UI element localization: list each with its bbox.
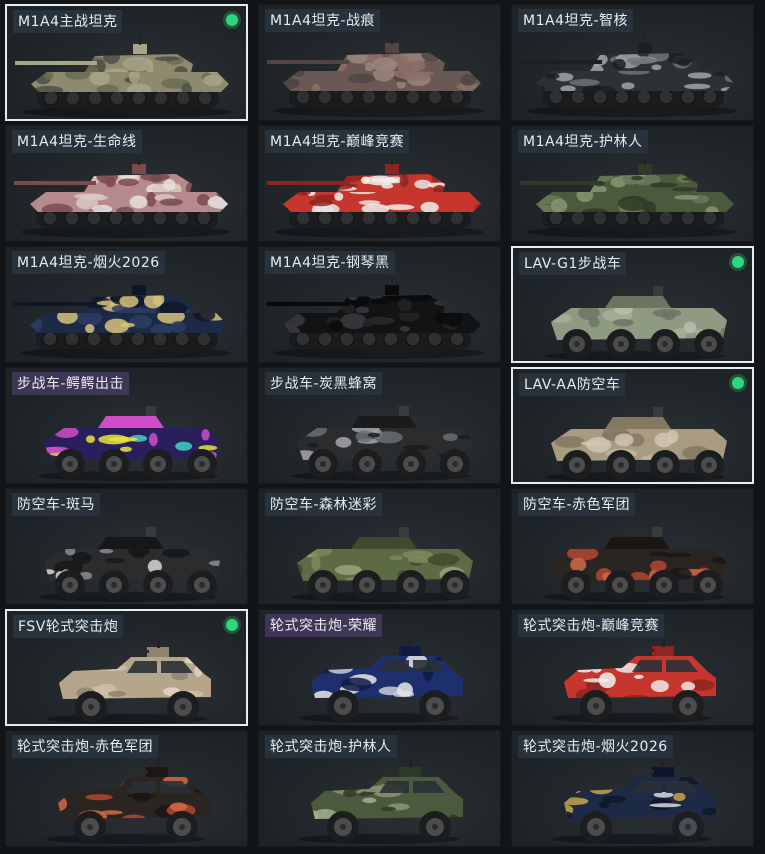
tank-vehicle-image	[267, 35, 484, 117]
skin-name-label: M1A4坦克-钢琴黑	[265, 251, 395, 274]
skin-card[interactable]: 防空车-赤色军团	[511, 488, 754, 605]
skin-name-label: FSV轮式突击炮	[13, 615, 124, 638]
skin-name-label: M1A4坦克-战痕	[265, 9, 381, 32]
truck-vehicle-image	[299, 638, 463, 723]
tank-vehicle-image	[14, 156, 231, 238]
tank-vehicle-image	[267, 277, 484, 359]
skin-card[interactable]: 轮式突击炮-护林人	[258, 730, 501, 847]
skin-card[interactable]: 防空车-斑马	[5, 488, 248, 605]
skin-name-label: LAV-AA防空车	[519, 373, 626, 396]
equipped-status-icon	[226, 619, 238, 631]
skin-card[interactable]: 防空车-森林迷彩	[258, 488, 501, 605]
skin-name-label: M1A4主战坦克	[13, 10, 123, 33]
skin-card[interactable]: LAV-AA防空车	[511, 367, 754, 484]
apc-vehicle-image	[545, 286, 727, 361]
apc-vehicle-image	[545, 407, 727, 482]
skin-name-label: M1A4坦克-巅峰竞赛	[265, 130, 410, 153]
tank-vehicle-image	[520, 35, 737, 117]
skin-name-label: 防空车-赤色军团	[518, 493, 636, 516]
apc-vehicle-image	[291, 527, 473, 602]
skin-name-label: 轮式突击炮-荣耀	[265, 614, 383, 637]
skin-name-label: 步战车-炭黑蜂窝	[265, 372, 383, 395]
skin-card[interactable]: M1A4坦克-护林人	[511, 125, 754, 242]
skin-card[interactable]: 步战车-炭黑蜂窝	[258, 367, 501, 484]
truck-vehicle-image	[552, 638, 716, 723]
equipped-status-icon	[732, 377, 744, 389]
skin-card[interactable]: 轮式突击炮-烟火2026	[511, 730, 754, 847]
skin-name-label: M1A4坦克-智核	[518, 9, 634, 32]
truck-vehicle-image	[299, 759, 463, 844]
skin-card[interactable]: M1A4坦克-钢琴黑	[258, 246, 501, 363]
tank-vehicle-image	[520, 156, 737, 238]
tank-vehicle-image	[15, 36, 232, 118]
skin-name-label: LAV-G1步战车	[519, 252, 627, 275]
apc-vehicle-image	[544, 527, 726, 602]
skin-card[interactable]: FSV轮式突击炮	[5, 609, 248, 726]
skin-card[interactable]: M1A4坦克-烟火2026	[5, 246, 248, 363]
skin-card[interactable]: 轮式突击炮-巅峰竞赛	[511, 609, 754, 726]
skin-name-label: 防空车-森林迷彩	[265, 493, 383, 516]
skin-card[interactable]: 步战车-鳄鳄出击	[5, 367, 248, 484]
apc-vehicle-image	[38, 527, 220, 602]
tank-vehicle-image	[14, 277, 231, 359]
skin-card[interactable]: 轮式突击炮-荣耀	[258, 609, 501, 726]
truck-vehicle-image	[46, 759, 210, 844]
skin-card[interactable]: M1A4坦克-巅峰竞赛	[258, 125, 501, 242]
equipped-status-icon	[732, 256, 744, 268]
skin-name-label: M1A4坦克-护林人	[518, 130, 648, 153]
skin-card[interactable]: M1A4主战坦克	[5, 4, 248, 121]
truck-vehicle-image	[47, 639, 211, 724]
skin-name-label: 防空车-斑马	[12, 493, 101, 516]
skin-name-label: 轮式突击炮-烟火2026	[518, 735, 673, 758]
skin-name-label: 轮式突击炮-巅峰竞赛	[518, 614, 665, 637]
skin-card[interactable]: LAV-G1步战车	[511, 246, 754, 363]
vehicle-skin-grid: M1A4主战坦克 M1A4坦克-战痕 M1A4坦克-智核 M1A4坦克-生命线 M1A4…	[5, 4, 763, 852]
skin-card[interactable]: M1A4坦克-战痕	[258, 4, 501, 121]
truck-vehicle-image	[552, 759, 716, 844]
skin-card[interactable]: M1A4坦克-智核	[511, 4, 754, 121]
apc-vehicle-image	[38, 406, 220, 481]
skin-name-label: M1A4坦克-烟火2026	[12, 251, 165, 274]
tank-vehicle-image	[267, 156, 484, 238]
skin-name-label: M1A4坦克-生命线	[12, 130, 142, 153]
apc-vehicle-image	[291, 406, 473, 481]
skin-name-label: 轮式突击炮-赤色军团	[12, 735, 159, 758]
skin-name-label: 轮式突击炮-护林人	[265, 735, 397, 758]
skin-card[interactable]: M1A4坦克-生命线	[5, 125, 248, 242]
equipped-status-icon	[226, 14, 238, 26]
skin-card[interactable]: 轮式突击炮-赤色军团	[5, 730, 248, 847]
skin-name-label: 步战车-鳄鳄出击	[12, 372, 130, 395]
